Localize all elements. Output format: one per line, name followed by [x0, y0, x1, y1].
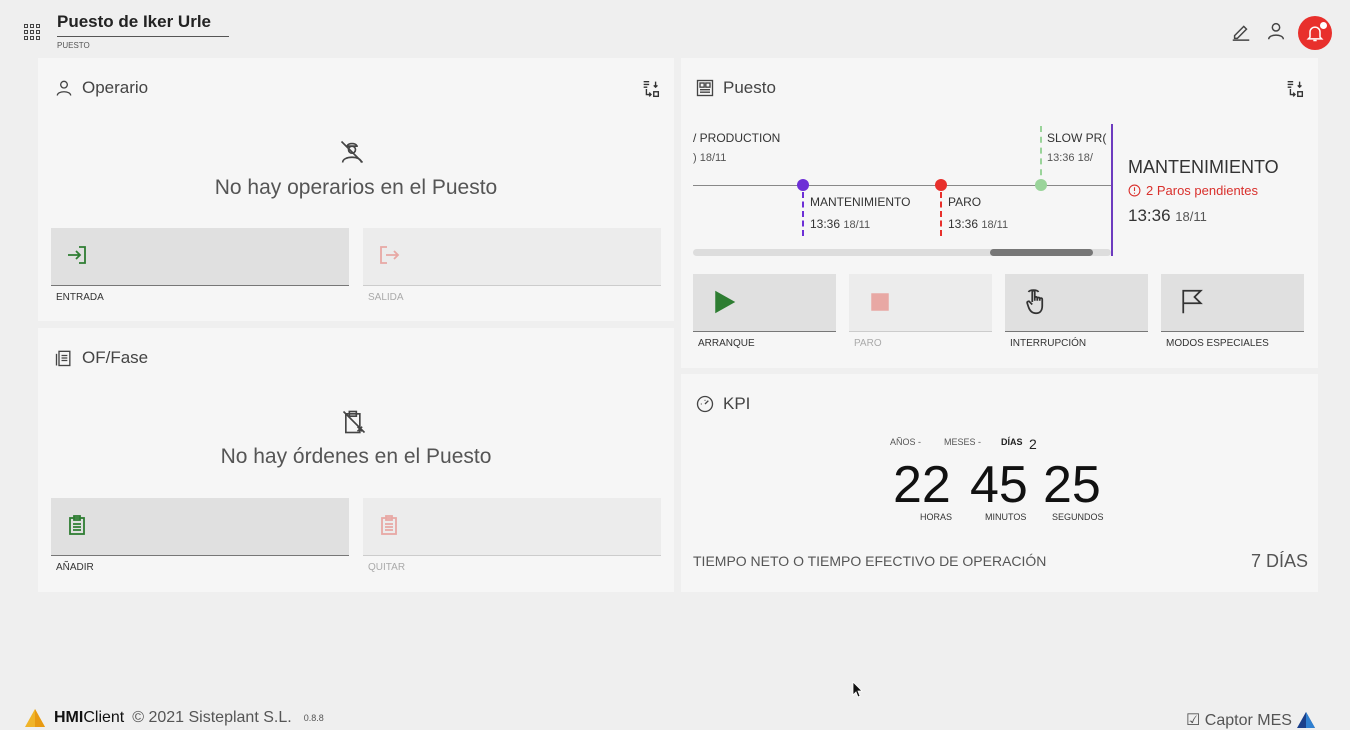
timeline-event-time: 13:36 18/11 — [810, 217, 871, 231]
kpi-anos-label: AÑOS - — [890, 437, 922, 447]
salida-button[interactable] — [363, 228, 661, 286]
document-list-icon — [55, 350, 71, 367]
kpi-seconds-label: SEGUNDOS — [1052, 512, 1104, 522]
arranque-label: ARRANQUE — [698, 338, 755, 349]
puesto-title-label: Puesto — [723, 78, 776, 97]
edit-pencil-icon[interactable] — [1230, 20, 1252, 42]
hand-pointer-icon — [1026, 289, 1044, 315]
apps-grid-icon[interactable] — [24, 24, 40, 40]
timeline-event-dot[interactable] — [1035, 179, 1047, 191]
no-operators-message: No hay operarios en el Puesto — [214, 176, 498, 199]
hmiclient-logo-text: HMIClient — [54, 709, 125, 726]
kpi-meses-label: MESES - — [944, 437, 982, 447]
timeline-event-time: ) 18/11 — [693, 152, 727, 164]
kpi-hours-label: HORAS — [920, 512, 953, 522]
pending-stops-alert[interactable]: 2 Paros pendientes — [1128, 183, 1258, 198]
app-header: Puesto de Iker Urle PUESTO — [0, 0, 1350, 58]
kpi-title-label: KPI — [723, 394, 751, 413]
of-fase-title-label: OF/Fase — [82, 348, 149, 367]
user-icon[interactable] — [1265, 20, 1287, 42]
captor-mes-logo-icon — [1296, 712, 1315, 728]
timeline-axis — [693, 185, 1113, 186]
anadir-button[interactable] — [51, 498, 349, 556]
timeline-current-marker — [1111, 124, 1113, 256]
timeline-scroll-thumb[interactable] — [990, 249, 1093, 256]
paro-label: PARO — [854, 338, 882, 349]
kpi-dias-value: 2 — [1029, 436, 1037, 452]
timeline-event-time: 13:36 18/ — [1047, 152, 1093, 164]
login-icon — [68, 246, 86, 264]
pending-stops-label: 2 Paros pendientes — [1146, 183, 1259, 198]
timeline-event-time: 13:36 18/11 — [948, 217, 1009, 231]
switch-view-icon[interactable] — [1284, 78, 1306, 100]
alert-circle-icon — [1128, 184, 1141, 197]
no-orders-message: No hay órdenes en el Puesto — [220, 445, 492, 468]
workstation-icon — [696, 79, 714, 97]
kpi-description: TIEMPO NETO O TIEMPO EFECTIVO DE OPERACI… — [693, 553, 1047, 569]
kpi-dias-label: DÍAS — [1001, 437, 1023, 447]
kpi-title: KPI — [695, 394, 750, 414]
current-status: MANTENIMIENTO — [1128, 157, 1279, 177]
operario-panel: Operario No hay operarios en el Puesto E… — [38, 58, 674, 321]
notification-dot — [1320, 22, 1327, 29]
user-icon — [56, 80, 72, 96]
captor-mes-label: ☑ Captor MES — [1186, 712, 1292, 729]
speedometer-icon — [696, 395, 714, 413]
entrada-label: ENTRADA — [56, 292, 104, 303]
footer-brand: HMIClient © 2021 Sisteplant S.L. 0.8.8 — [24, 708, 324, 728]
operario-title: Operario — [54, 78, 148, 98]
clipboard-add-icon — [69, 515, 85, 535]
of-fase-panel: OF/Fase No hay órdenes en el Puesto AÑAD… — [38, 328, 674, 592]
captor-mes-link[interactable]: ☑ Captor MES — [1186, 710, 1316, 730]
timeline-event-label: SLOW PR( — [1047, 131, 1107, 145]
puesto-title: Puesto — [695, 78, 776, 98]
flag-icon — [1182, 289, 1203, 314]
no-operator-icon — [340, 140, 364, 164]
paro-button[interactable] — [849, 274, 992, 332]
kpi-seconds-value: 25 — [1043, 456, 1101, 514]
quitar-button[interactable] — [363, 498, 661, 556]
entrada-button[interactable] — [51, 228, 349, 286]
clipboard-remove-icon — [381, 515, 397, 535]
kpi-minutes-value: 45 — [970, 456, 1028, 514]
hmiclient-logo-icon — [25, 709, 45, 727]
logout-icon — [380, 246, 400, 264]
timeline-marker — [1040, 126, 1042, 186]
kpi-total-days: 7 DÍAS — [1251, 551, 1309, 571]
switch-view-icon[interactable] — [640, 78, 662, 100]
modos-especiales-button[interactable] — [1161, 274, 1304, 332]
timeline-marker — [940, 192, 942, 236]
interrupcion-button[interactable] — [1005, 274, 1148, 332]
anadir-label: AÑADIR — [56, 562, 94, 573]
title-block: Puesto de Iker Urle PUESTO — [57, 12, 229, 50]
timeline-event-label: MANTENIMIENTO — [810, 195, 911, 209]
timeline-event-label: PARO — [948, 195, 982, 209]
timeline-marker — [802, 192, 804, 236]
page-subtitle: PUESTO — [57, 41, 90, 50]
operario-title-label: Operario — [82, 78, 149, 97]
salida-label: SALIDA — [368, 292, 404, 303]
page-title: Puesto de Iker Urle — [57, 12, 229, 37]
notifications-bell-button[interactable] — [1298, 16, 1332, 50]
status-time: 13:36 18/11 — [1128, 206, 1207, 225]
stop-icon — [871, 293, 889, 311]
modos-especiales-label: MODOS ESPECIALES — [1166, 338, 1269, 349]
kpi-minutes-label: MINUTOS — [985, 512, 1027, 522]
timeline-event-dot[interactable] — [797, 179, 809, 191]
of-fase-title: OF/Fase — [54, 348, 148, 368]
copyright-text: © 2021 Sisteplant S.L. — [132, 709, 292, 726]
timeline-scrollbar[interactable] — [693, 249, 1111, 256]
mouse-cursor-icon — [852, 681, 863, 698]
timeline-event-label: / PRODUCTION — [693, 131, 781, 145]
kpi-hours-value: 22 — [893, 456, 951, 514]
version-text: 0.8.8 — [303, 713, 324, 723]
status-timeline[interactable]: / PRODUCTION ) 18/11 SLOW PR( 13:36 18/ … — [693, 124, 1113, 258]
arranque-button[interactable] — [693, 274, 836, 332]
timeline-event-dot[interactable] — [935, 179, 947, 191]
interrupcion-label: INTERRUPCIÓN — [1010, 338, 1087, 349]
play-icon — [715, 290, 736, 314]
quitar-label: QUITAR — [368, 562, 406, 573]
no-orders-icon — [342, 410, 366, 434]
